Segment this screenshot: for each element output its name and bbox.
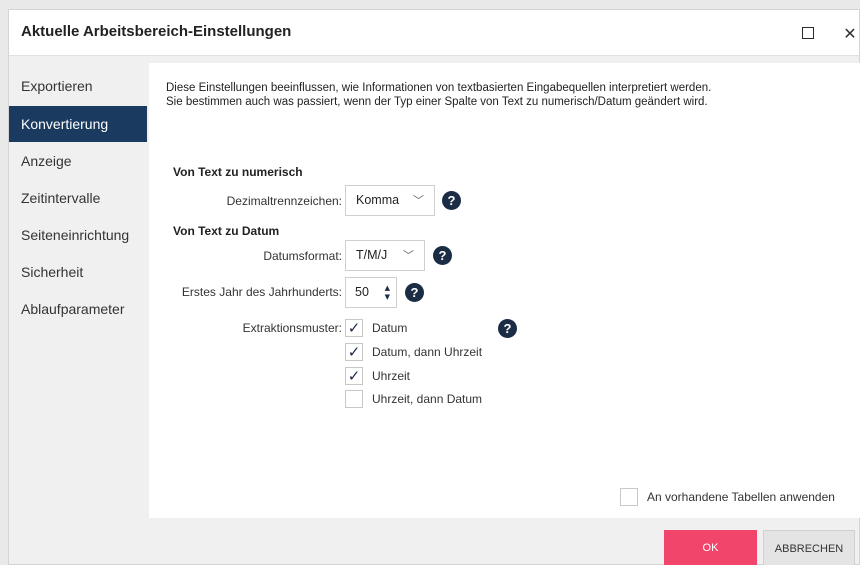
sidebar-nav: Exportieren Konvertierung Anzeige Zeitin… (9, 56, 149, 520)
decimal-help-icon[interactable]: ? (442, 191, 461, 210)
date-heading: Von Text zu Datum (173, 224, 280, 238)
decimal-separator-value: Komma (356, 193, 400, 207)
century-year-value: 50 (355, 285, 369, 299)
close-icon: ✕ (843, 23, 857, 43)
century-help-icon[interactable]: ? (405, 283, 424, 302)
decimal-separator-label: Dezimaltrennzeichen: (226, 194, 342, 208)
chevron-down-icon: ﹀ (413, 194, 424, 207)
sidebar-item-anzeige[interactable]: Anzeige (9, 143, 147, 179)
settings-panel: Diese Einstellungen beeinflussen, wie In… (149, 63, 860, 518)
extraction-help-icon[interactable]: ? (498, 319, 517, 338)
extraction-label: Extraktionsmuster: (242, 321, 342, 335)
century-year-stepper[interactable]: 50 ▲ ▼ (345, 277, 397, 308)
extraction-datum-label: Datum (372, 321, 408, 335)
cancel-button[interactable]: ABBRECHEN (763, 530, 855, 565)
sidebar-item-konvertierung[interactable]: Konvertierung (9, 106, 147, 142)
century-year-label: Erstes Jahr des Jahrhunderts: (181, 285, 342, 299)
maximize-icon (802, 27, 814, 39)
date-format-help-icon[interactable]: ? (433, 246, 452, 265)
sidebar-item-ablaufparameter[interactable]: Ablaufparameter (9, 291, 147, 327)
sidebar-item-zeitintervalle[interactable]: Zeitintervalle (9, 180, 147, 216)
chevron-down-icon: ﹀ (403, 249, 414, 262)
decimal-separator-select[interactable]: Komma ﹀ (345, 185, 435, 216)
ok-button[interactable]: OK (664, 530, 757, 565)
date-format-label: Datumsformat: (263, 249, 342, 263)
extraction-uhrzeit-checkbox[interactable]: ✓ (345, 367, 363, 385)
extraction-uhrzeit-datum-label: Uhrzeit, dann Datum (372, 392, 483, 406)
sidebar-item-seiteneinrichtung[interactable]: Seiteneinrichtung (9, 217, 147, 253)
decrement-icon[interactable]: ▼ (385, 293, 390, 301)
close-button[interactable]: ✕ (835, 18, 860, 48)
apply-existing-label: An vorhandene Tabellen anwenden (647, 490, 835, 504)
title-bar: Aktuelle Arbeitsbereich-Einstellungen ✕ (9, 10, 859, 56)
extraction-uhrzeit-datum-checkbox[interactable] (345, 390, 363, 408)
sidebar-item-sicherheit[interactable]: Sicherheit (9, 254, 147, 290)
maximize-button[interactable] (793, 18, 823, 48)
extraction-datum-checkbox[interactable]: ✓ (345, 319, 363, 337)
extraction-datum-uhrzeit-checkbox[interactable]: ✓ (345, 343, 363, 361)
sidebar-item-exportieren[interactable]: Exportieren (9, 68, 147, 104)
intro-text: Diese Einstellungen beeinflussen, wie In… (166, 82, 712, 108)
settings-dialog: Aktuelle Arbeitsbereich-Einstellungen ✕ … (8, 9, 860, 565)
date-format-select[interactable]: T/M/J ﹀ (345, 240, 425, 271)
increment-icon[interactable]: ▲ (385, 284, 390, 292)
numeric-heading: Von Text zu numerisch (173, 165, 303, 179)
dialog-title: Aktuelle Arbeitsbereich-Einstellungen (21, 23, 292, 40)
apply-existing-checkbox[interactable] (620, 488, 638, 506)
date-format-value: T/M/J (356, 248, 388, 262)
extraction-datum-uhrzeit-label: Datum, dann Uhrzeit (372, 345, 483, 359)
extraction-uhrzeit-label: Uhrzeit (372, 369, 411, 383)
